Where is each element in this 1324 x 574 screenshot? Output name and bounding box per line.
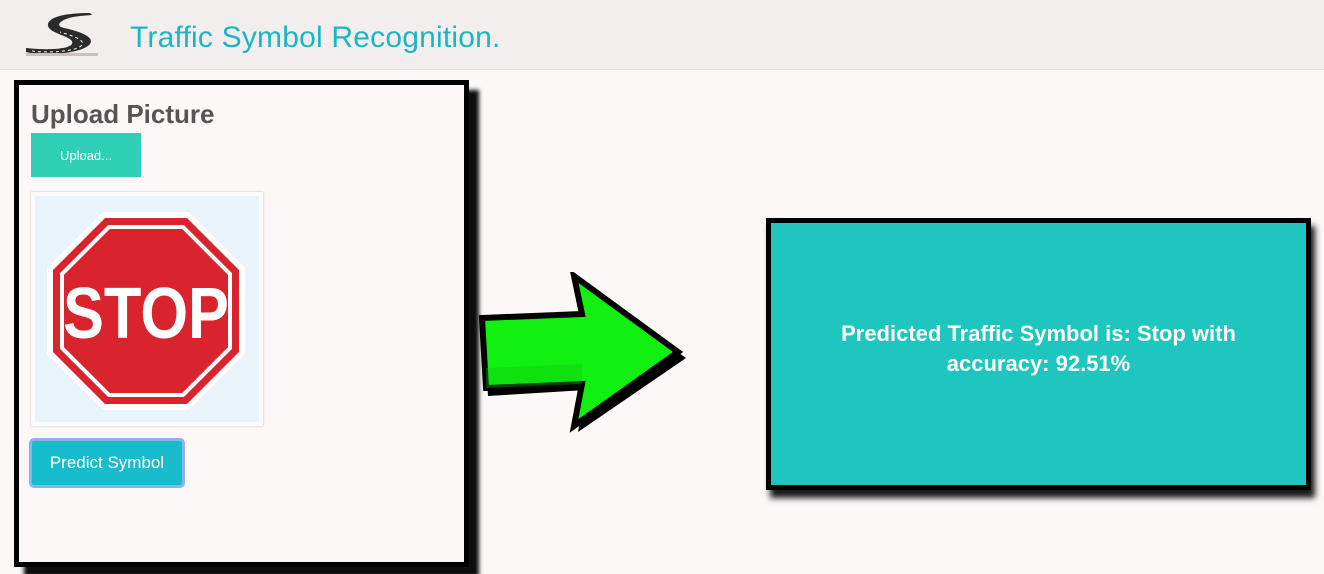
upload-button[interactable]: Upload... xyxy=(31,133,141,177)
stop-sign-image: STOP xyxy=(47,212,245,410)
upload-panel-title: Upload Picture xyxy=(31,99,215,129)
page-title: Traffic Symbol Recognition. xyxy=(130,21,501,54)
prediction-result-panel: Predicted Traffic Symbol is: Stop with a… xyxy=(766,218,1311,490)
app-header: Traffic Symbol Recognition. xyxy=(0,0,1324,70)
road-logo-icon xyxy=(24,12,98,56)
predict-symbol-button[interactable]: Predict Symbol xyxy=(29,438,185,488)
prediction-result-text: Predicted Traffic Symbol is: Stop with a… xyxy=(841,321,1236,376)
page: Traffic Symbol Recognition. Upload Pictu… xyxy=(0,0,1324,574)
stop-sign-text: STOP xyxy=(63,274,229,354)
upload-panel: Upload Picture Upload... STOP Predict Sy… xyxy=(14,80,469,567)
image-preview: STOP xyxy=(31,192,263,426)
right-arrow-icon xyxy=(478,272,686,433)
